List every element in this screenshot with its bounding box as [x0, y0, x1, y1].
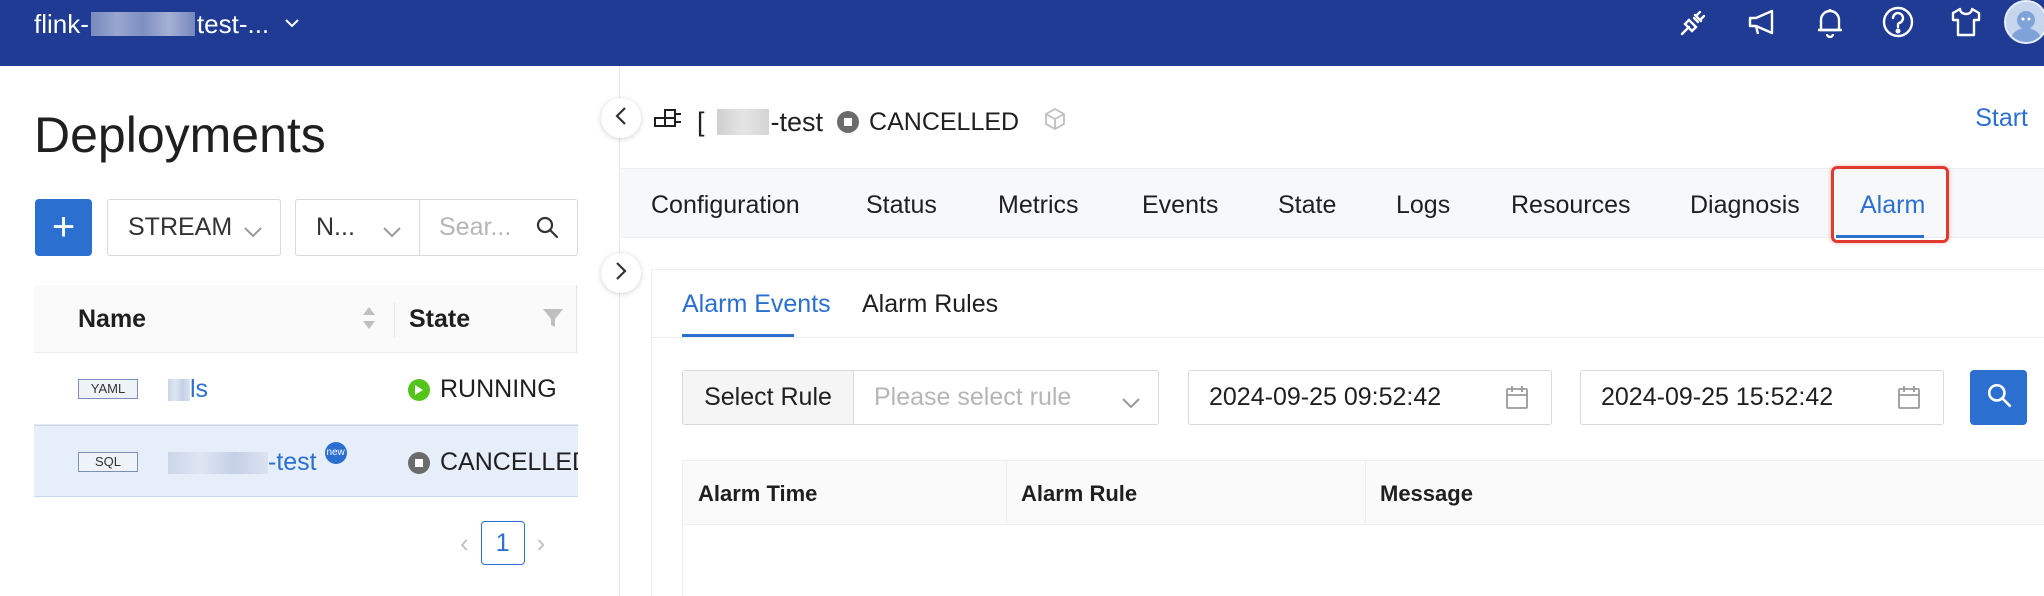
tab-diagnosis[interactable]: Diagnosis — [1690, 191, 1800, 220]
deployment-icon — [653, 106, 683, 139]
bell-icon[interactable] — [1812, 4, 1848, 40]
redacted-text — [716, 109, 769, 135]
job-name-suffix: -test — [770, 106, 824, 137]
job-status-text: CANCELLED — [869, 107, 1020, 136]
cancelled-icon — [837, 111, 860, 133]
help-icon[interactable] — [1880, 4, 1916, 40]
workspace-selector[interactable]: flink- test-... — [34, 6, 299, 42]
megaphone-icon[interactable] — [1744, 4, 1780, 40]
pagination: ‹ 1 › — [460, 521, 545, 565]
state-text: CANCELLED — [440, 448, 578, 476]
tab-logs[interactable]: Logs — [1396, 191, 1450, 220]
page-number[interactable]: 1 — [480, 521, 525, 565]
alarm-card: Alarm Events Alarm Rules Select Rule Ple… — [651, 269, 2044, 596]
search-placeholder: Sear... — [439, 213, 512, 241]
cube-icon[interactable] — [1043, 107, 1067, 138]
chevron-down-icon — [383, 216, 401, 245]
calendar-icon — [1897, 385, 1921, 418]
tab-events[interactable]: Events — [1142, 191, 1218, 220]
redacted-text — [168, 451, 268, 474]
plug-icon[interactable] — [1676, 4, 1712, 40]
workspace-name-prefix: flink- — [34, 8, 89, 39]
cancelled-icon — [408, 451, 430, 474]
tab-metrics[interactable]: Metrics — [998, 191, 1079, 220]
search-input[interactable]: Sear... — [419, 199, 578, 256]
start-time-value: 2024-09-25 09:52:42 — [1209, 383, 1442, 411]
table-row[interactable]: YAML ls RUNNING — [34, 353, 578, 425]
chevron-down-icon — [244, 216, 262, 245]
redacted-text — [90, 12, 195, 36]
end-time-picker[interactable]: 2024-09-25 15:52:42 — [1580, 370, 1944, 425]
state-text: RUNNING — [440, 375, 557, 403]
state-cell: RUNNING — [408, 375, 578, 404]
deployment-name-suffix: -test — [268, 448, 317, 476]
deployment-name-link[interactable]: -test new — [168, 441, 347, 477]
deployment-name-link[interactable]: ls — [168, 375, 208, 404]
deployment-name-suffix: ls — [190, 375, 209, 403]
select-rule-label: Select Rule — [682, 370, 854, 425]
type-badge: YAML — [78, 379, 138, 399]
sort-icon[interactable] — [362, 305, 376, 338]
filter-icon[interactable] — [542, 307, 564, 336]
tab-resources[interactable]: Resources — [1511, 191, 1631, 220]
page-title: Deployments — [34, 107, 326, 163]
search-button[interactable] — [1970, 370, 2027, 425]
next-page-icon[interactable]: › — [537, 528, 546, 559]
tab-status[interactable]: Status — [866, 191, 937, 220]
table-row-selected[interactable]: SQL -test new CANCELLED — [34, 425, 578, 497]
deployment-detail-panel: [ -test CANCELLED Start Configuration St… — [621, 66, 2044, 596]
deployments-panel: Deployments + STREAM N... Sear... Name S… — [0, 66, 620, 596]
column-alarm-rule: Alarm Rule — [1021, 481, 1138, 506]
state-cell: CANCELLED — [408, 448, 578, 477]
type-filter-select[interactable]: STREAM — [107, 199, 281, 256]
rule-select[interactable]: Please select rule — [853, 370, 1159, 425]
top-bar: flink- test-... — [0, 0, 2044, 66]
chevron-down-icon — [1122, 387, 1140, 416]
add-deployment-button[interactable]: + — [35, 199, 92, 256]
chevron-down-icon — [285, 15, 299, 33]
calendar-icon — [1505, 385, 1529, 418]
new-badge: new — [324, 441, 347, 464]
start-time-picker[interactable]: 2024-09-25 09:52:42 — [1188, 370, 1552, 425]
tab-configuration[interactable]: Configuration — [651, 191, 800, 220]
deployment-title: [ -test CANCELLED — [653, 102, 1067, 142]
search-icon — [1986, 382, 2012, 413]
name-filter-value: N... — [316, 213, 355, 241]
column-message: Message — [1380, 481, 1473, 506]
alarm-table-header: Alarm Time Alarm Rule Message — [683, 461, 2044, 525]
avatar[interactable] — [2004, 0, 2044, 44]
type-filter-value: STREAM — [128, 213, 233, 241]
end-time-value: 2024-09-25 15:52:42 — [1601, 383, 1834, 411]
rule-select-placeholder: Please select rule — [874, 383, 1072, 411]
column-alarm-time: Alarm Time — [698, 481, 818, 506]
job-name-prefix: [ — [697, 106, 705, 137]
workspace-name-suffix: test-... — [196, 8, 270, 39]
redacted-text — [168, 378, 190, 401]
type-badge: SQL — [78, 452, 138, 472]
tshirt-icon[interactable] — [1948, 4, 1984, 40]
name-filter-select[interactable]: N... — [295, 199, 420, 256]
prev-page-icon[interactable]: ‹ — [460, 528, 469, 559]
running-icon — [408, 378, 430, 401]
tab-state[interactable]: State — [1278, 191, 1336, 220]
job-status: CANCELLED — [837, 108, 1019, 137]
column-state: State — [409, 305, 471, 333]
subtab-alarm-rules[interactable]: Alarm Rules — [862, 290, 998, 319]
alarm-events-table: Alarm Time Alarm Rule Message — [682, 460, 2044, 596]
highlight-box — [1831, 166, 1949, 243]
search-icon[interactable] — [535, 215, 559, 246]
start-button[interactable]: Start — [1975, 104, 2028, 133]
subtab-alarm-events[interactable]: Alarm Events — [682, 290, 831, 319]
deployments-table-header: Name State — [34, 285, 578, 353]
column-name: Name — [78, 305, 147, 333]
